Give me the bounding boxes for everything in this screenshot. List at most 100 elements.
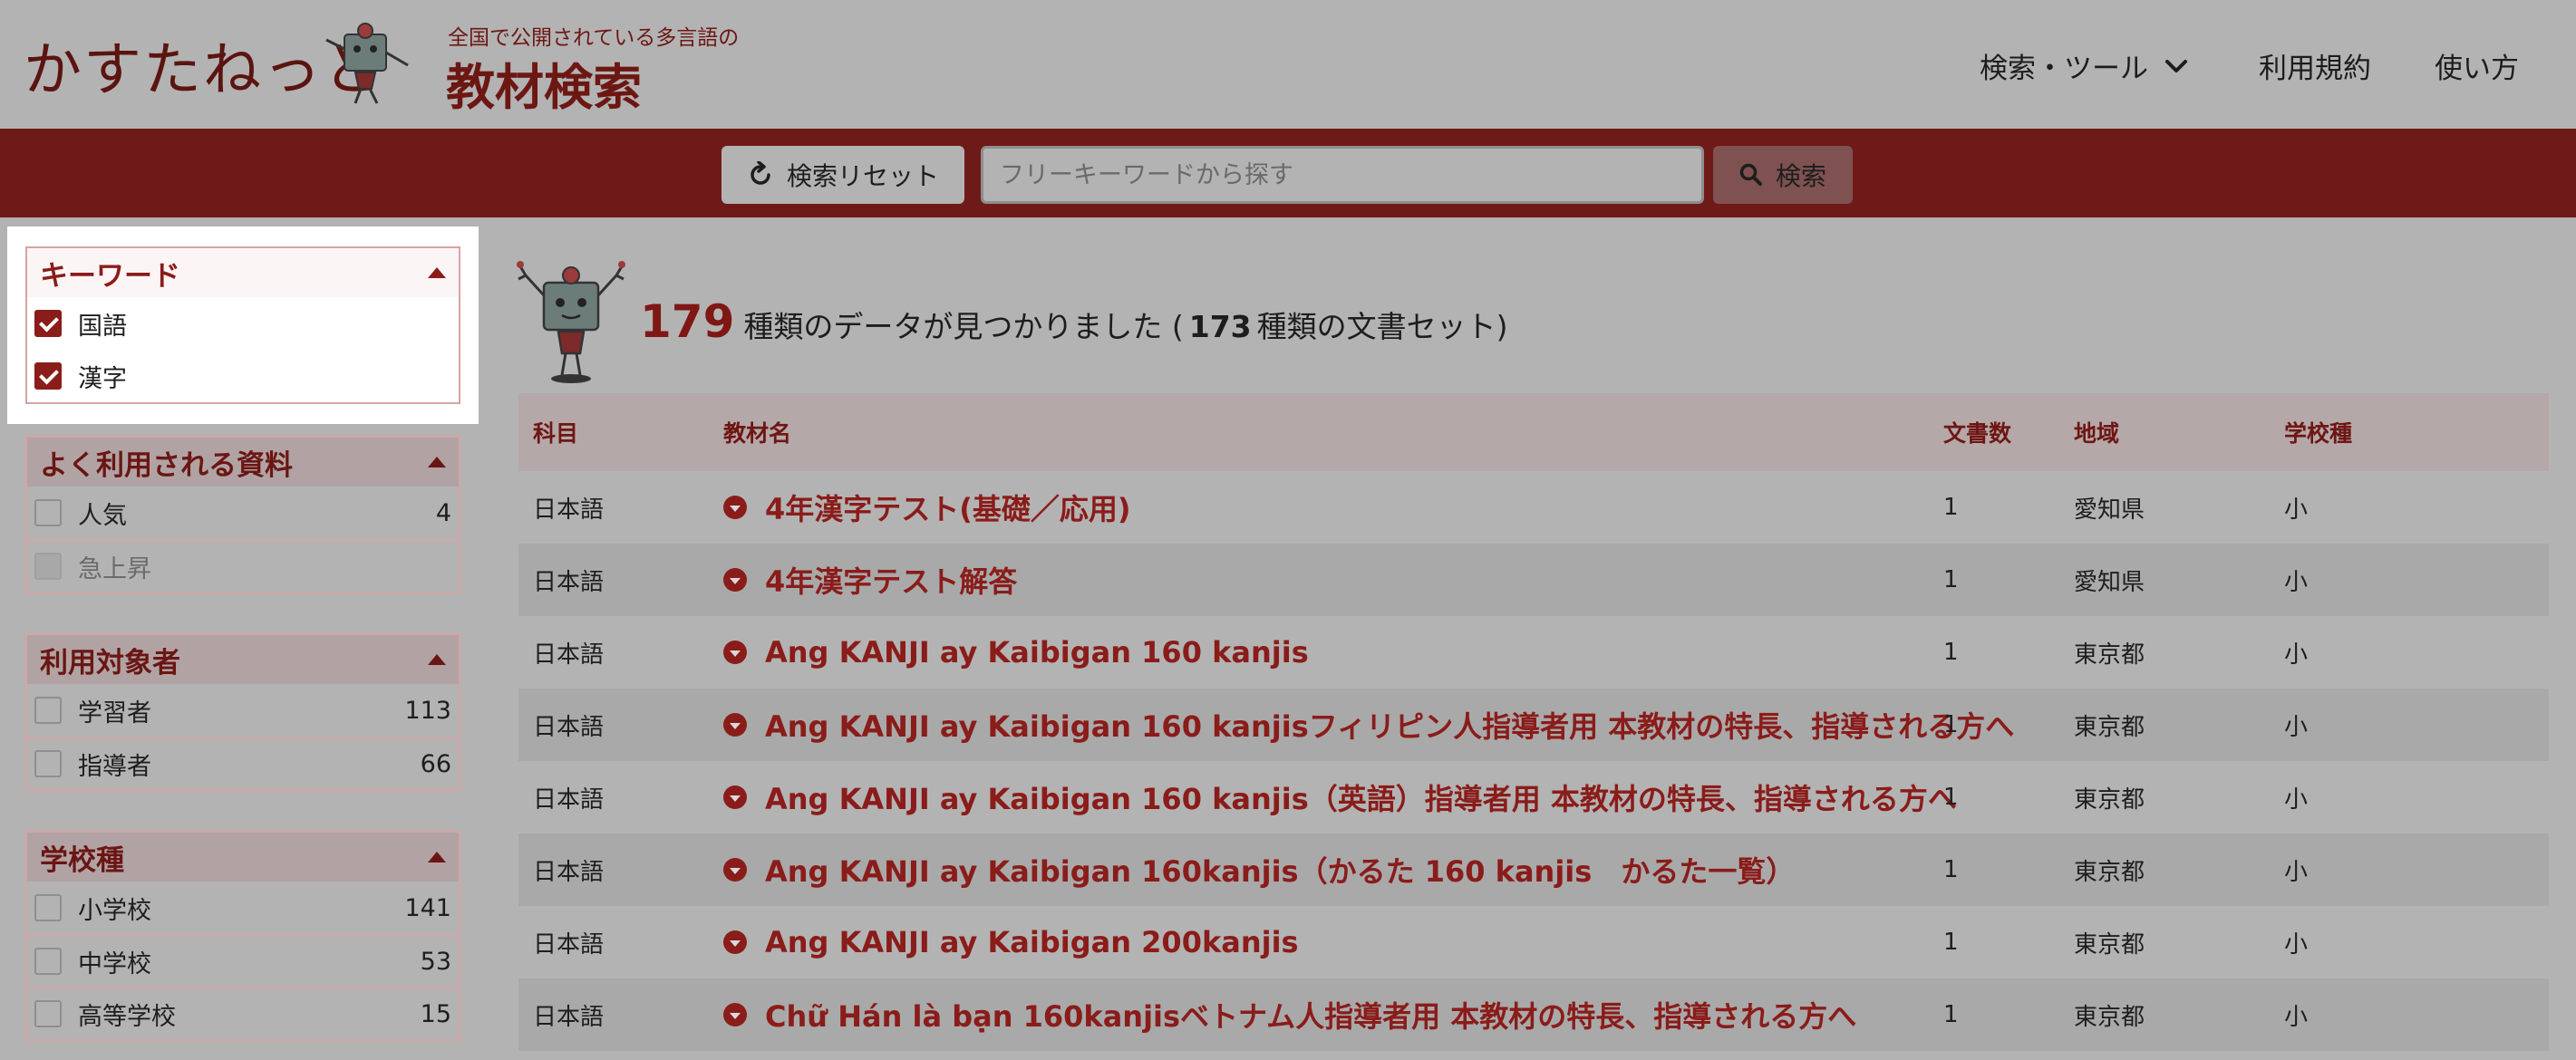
material-title-link[interactable]: Ang KANJI ay Kaibigan 160 kanjis <box>765 635 1309 670</box>
cell-doc-count: 1 <box>1943 784 1959 811</box>
facet-popular: よく利用される資料 人気 4 急上昇 <box>25 436 460 593</box>
keyword-search-input[interactable] <box>981 146 1704 204</box>
cell-subject: 日本語 <box>533 713 605 741</box>
result-text: 種類のデータが見つかりました ( <box>743 309 1184 344</box>
table-row: 日本語 4年漢字テスト(基礎／応用) 1 愛知県 小 <box>518 471 2549 544</box>
material-title-link[interactable]: Ang KANJI ay Kaibigan 160 kanjis（英語）指導者用… <box>765 776 1957 818</box>
facet-item-count: 4 <box>435 498 451 527</box>
cell-region: 東京都 <box>2074 713 2145 741</box>
column-doc-count[interactable]: 文書数 <box>1943 416 2074 448</box>
cell-subject: 日本語 <box>533 568 605 596</box>
facet-school-type: 学校種 小学校 141 中学校 53 高等学校 15 <box>25 831 460 1041</box>
cell-region: 東京都 <box>2074 785 2145 814</box>
facet-popular-title: よく利用される資料 <box>40 448 293 482</box>
result-text-suffix: 種類の文書セット) <box>1256 309 1508 344</box>
nav-how-to-use[interactable]: 使い方 <box>2435 45 2519 86</box>
facet-keyword-item[interactable]: 漢字 <box>27 350 459 402</box>
facet-keyword-title: キーワード <box>40 259 180 293</box>
caret-up-icon <box>428 654 446 665</box>
material-title-link[interactable]: Ang KANJI ay Kaibigan 160 kanjisフィリピン人指導… <box>765 704 2014 746</box>
cell-subject: 日本語 <box>533 930 605 959</box>
caret-up-icon <box>428 457 446 467</box>
nav-terms-of-use[interactable]: 利用規約 <box>2259 45 2371 86</box>
chevron-down-icon <box>2165 59 2187 72</box>
facet-item-label: 高等学校 <box>78 1002 176 1031</box>
facet-audience-item[interactable]: 指導者 66 <box>27 737 459 789</box>
cell-region: 東京都 <box>2074 641 2145 669</box>
checkbox[interactable] <box>34 1000 62 1027</box>
cell-region: 愛知県 <box>2074 568 2145 596</box>
results-table: 科目 教材名 文書数 地域 学校種 日本語 4年漢字テスト(基礎／応用) 1 愛… <box>518 393 2549 1051</box>
cell-region: 東京都 <box>2074 858 2145 886</box>
cell-material-name: Ang KANJI ay Kaibigan 160kanjis（かるた 160 … <box>723 849 1943 891</box>
search-button[interactable]: 検索 <box>1713 146 1853 204</box>
material-title-link[interactable]: 4年漢字テスト(基礎／応用) <box>765 487 1131 528</box>
cell-school-type: 小 <box>2284 930 2309 959</box>
facet-audience-item[interactable]: 学習者 113 <box>27 684 459 737</box>
cell-material-name: Ang KANJI ay Kaibigan 160 kanjisフィリピン人指導… <box>723 704 2014 746</box>
checkbox[interactable] <box>34 499 62 526</box>
search-bar: 検索リセット 検索 <box>0 129 2576 217</box>
table-row: 日本語 Ang KANJI ay Kaibigan 160 kanjisフィリピ… <box>518 689 2549 761</box>
cell-school-type: 小 <box>2284 641 2309 669</box>
cell-material-name: Ang KANJI ay Kaibigan 200kanjis <box>723 925 1943 959</box>
cell-school-type: 小 <box>2284 713 2309 741</box>
checkbox-checked[interactable] <box>34 310 62 337</box>
refresh-icon <box>751 161 770 185</box>
facet-item-count: 15 <box>420 999 451 1028</box>
checkbox-checked[interactable] <box>34 362 62 390</box>
material-title-link[interactable]: Ang KANJI ay Kaibigan 160kanjis（かるた 160 … <box>765 849 1795 891</box>
column-material-name[interactable]: 教材名 <box>723 416 1943 448</box>
checkbox[interactable] <box>34 948 62 975</box>
caret-up-icon <box>428 852 446 862</box>
cell-subject: 日本語 <box>533 496 605 524</box>
reset-search-button[interactable]: 検索リセット <box>721 146 964 204</box>
facet-keyword-item[interactable]: 国語 <box>27 297 459 350</box>
site-header: かすたねっと 全国で公開されている多言語の 教材検索 検索・ツール 利用規約 使… <box>0 0 2576 129</box>
reset-search-label: 検索リセット <box>786 161 939 191</box>
facet-keyword-header[interactable]: キーワード <box>27 248 459 297</box>
column-school-type[interactable]: 学校種 <box>2284 416 2465 448</box>
column-region[interactable]: 地域 <box>2074 416 2284 448</box>
cell-doc-count: 1 <box>1943 711 1959 738</box>
cell-material-name: Ang KANJI ay Kaibigan 160 kanjis <box>723 635 1943 670</box>
material-title-link[interactable]: Chữ Hán là bạn 160kanjisベトナム人指導者用 本教材の特長… <box>765 994 1856 1036</box>
table-row: 日本語 4年漢字テスト解答 1 愛知県 小 <box>518 544 2549 616</box>
cell-material-name: 4年漢字テスト(基礎／応用) <box>723 487 1943 528</box>
table-row: 日本語 Chữ Hán là bạn 160kanjisベトナム人指導者用 本教… <box>518 978 2549 1051</box>
facet-school-type-header[interactable]: 学校種 <box>27 833 459 882</box>
checkbox[interactable] <box>34 697 62 724</box>
facet-school-type-item[interactable]: 高等学校 15 <box>27 987 459 1039</box>
material-title-link[interactable]: Ang KANJI ay Kaibigan 200kanjis <box>765 925 1299 959</box>
robot-mascot-icon <box>325 23 409 104</box>
facet-audience-header[interactable]: 利用対象者 <box>27 635 459 684</box>
search-button-label: 検索 <box>1775 161 1826 191</box>
nav-search-tools[interactable]: 検索・ツール <box>1980 45 2188 86</box>
cell-subject: 日本語 <box>533 858 605 886</box>
site-logo[interactable]: かすたねっと <box>24 18 409 109</box>
cell-material-name: 4年漢字テスト解答 <box>723 559 1943 601</box>
caret-up-icon <box>428 267 446 278</box>
cell-school-type: 小 <box>2284 785 2309 814</box>
facet-popular-header[interactable]: よく利用される資料 <box>27 438 459 487</box>
table-row: 日本語 Ang KANJI ay Kaibigan 200kanjis 1 東京… <box>518 906 2549 978</box>
checkbox-disabled <box>34 553 62 580</box>
facet-item-count: 66 <box>420 749 451 778</box>
site-title[interactable]: 教材検索 <box>446 47 642 119</box>
site-subtitle: 全国で公開されている多言語の <box>448 26 740 50</box>
checkbox[interactable] <box>34 894 62 921</box>
column-subject[interactable]: 科目 <box>533 416 738 448</box>
checkbox[interactable] <box>34 750 62 777</box>
cell-doc-count: 1 <box>1943 929 1959 956</box>
cell-region: 東京都 <box>2074 1003 2145 1031</box>
facet-audience: 利用対象者 学習者 113 指導者 66 <box>25 633 460 791</box>
facet-item-label: 漢字 <box>78 364 127 393</box>
facet-school-type-item[interactable]: 中学校 53 <box>27 934 459 987</box>
table-row: 日本語 Ang KANJI ay Kaibigan 160kanjis（かるた … <box>518 834 2549 906</box>
facet-popular-item[interactable]: 人気 4 <box>27 487 459 539</box>
facet-school-type-item[interactable]: 小学校 141 <box>27 882 459 934</box>
cell-school-type: 小 <box>2284 568 2309 596</box>
table-row: 日本語 Ang KANJI ay Kaibigan 160 kanjis（英語）… <box>518 761 2549 834</box>
search-icon <box>1739 163 1762 186</box>
material-title-link[interactable]: 4年漢字テスト解答 <box>765 559 1017 601</box>
